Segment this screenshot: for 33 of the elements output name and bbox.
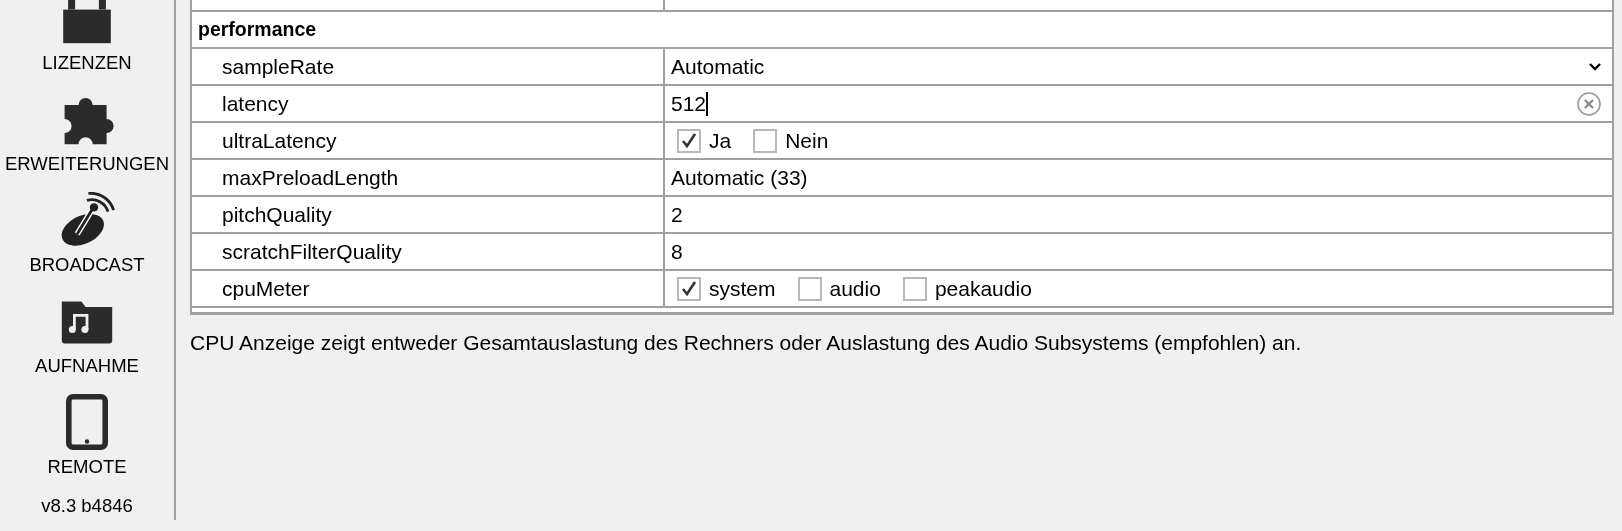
checkbox[interactable] (753, 128, 778, 153)
setting-name: pitchQuality (192, 197, 665, 232)
sidebar-item[interactable]: REMOTE (47, 456, 127, 478)
input-field[interactable]: 512 (671, 86, 1568, 121)
setting-name: scratchFilterQuality (192, 234, 665, 269)
section-header: performance (192, 12, 1612, 49)
checkbox-label: system (709, 276, 776, 301)
sidebar-item[interactable]: ERWEITERUNGEN (4, 153, 170, 175)
checkbox-label: Nein (785, 128, 829, 153)
checkbox[interactable] (902, 276, 927, 301)
clear-icon[interactable] (1576, 90, 1602, 117)
checkbox-label: peakaudio (934, 276, 1032, 301)
checkbox-label: audio (829, 276, 881, 301)
chevron-down-icon[interactable] (1588, 61, 1602, 72)
sidebar-item[interactable]: AUFNAHME (35, 355, 139, 377)
setting-value: 8 (671, 239, 683, 264)
setting-name: cpuMeter (192, 271, 665, 306)
setting-name: latency (192, 86, 665, 121)
checkbox[interactable] (677, 128, 701, 153)
sidebar-item[interactable]: BROADCAST (29, 254, 145, 276)
setting-value: 2 (671, 202, 683, 227)
checkbox-label: Ja (709, 128, 732, 153)
setting-name: maxPreloadLength (192, 160, 665, 195)
setting-name: sampleRate (192, 49, 665, 84)
checkbox[interactable] (677, 276, 701, 301)
version-label: v8.3 b4846 (41, 495, 133, 517)
setting-value: Automatic (33) (671, 165, 808, 190)
description-text: CPU Anzeige zeigt entweder Gesamtauslastung des Rechners oder Auslastung des Audio Subsystems (empfohlen) an. (190, 331, 1303, 355)
setting-name: ultraLatency (192, 123, 665, 158)
sidebar-item[interactable]: LIZENZEN (42, 52, 132, 74)
checkbox[interactable] (797, 276, 822, 301)
dropdown-value[interactable]: Automatic (671, 54, 765, 79)
dish-icon[interactable] (59, 192, 115, 248)
